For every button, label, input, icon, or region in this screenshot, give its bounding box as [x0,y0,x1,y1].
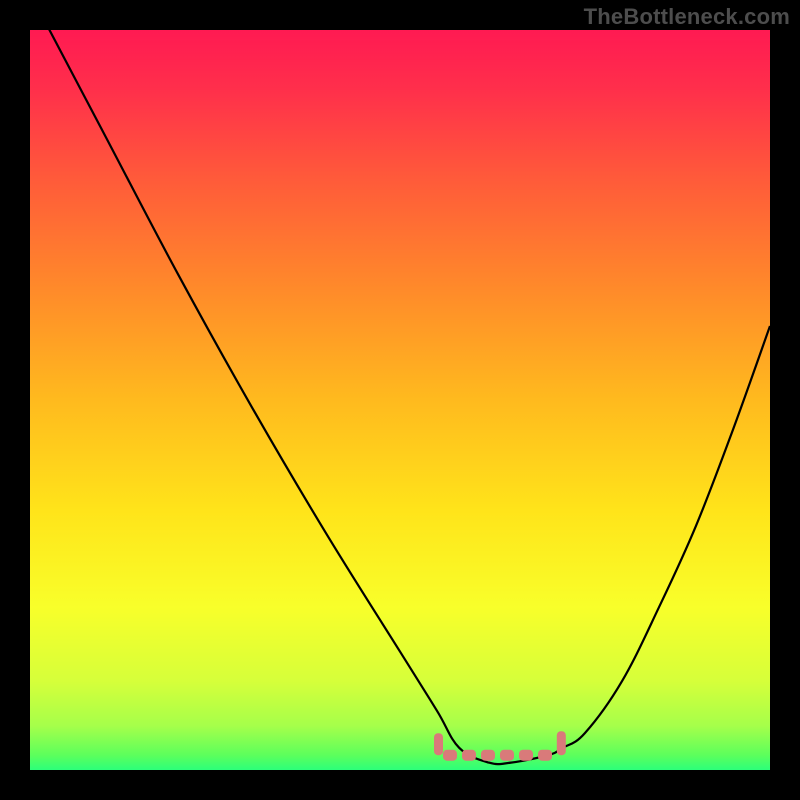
chart-background [30,30,770,770]
chart-svg [30,30,770,770]
bottleneck-chart [30,30,770,770]
watermark-text: TheBottleneck.com [584,4,790,30]
